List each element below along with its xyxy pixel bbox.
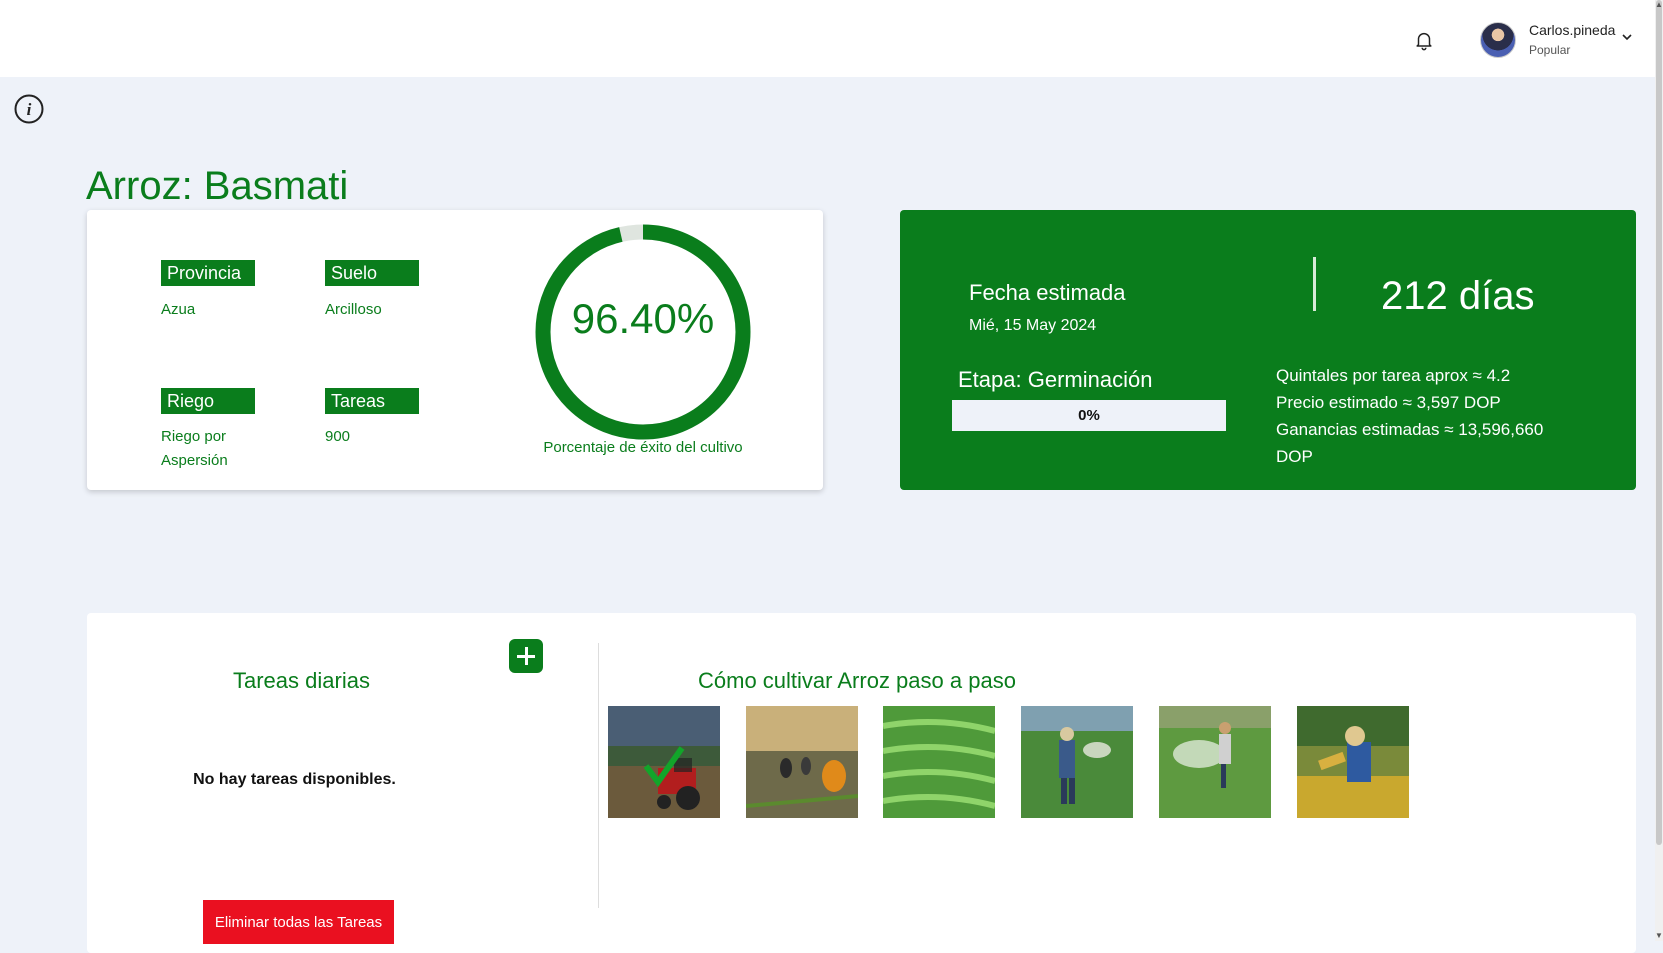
section-divider [598,643,599,908]
estimated-date-value: Mié, 15 May 2024 [969,317,1097,334]
scroll-down-arrow-icon[interactable]: ▼ [1655,931,1663,941]
price-text: Precio estimado ≈ 3,597 DOP [1276,393,1501,412]
info-icon[interactable]: i [14,94,44,124]
irrigation-value: Riego por Aspersión [161,428,228,469]
svg-text:i: i [27,100,32,119]
irrigation-label: Riego [161,388,255,414]
scrollbar-thumb[interactable] [1656,0,1662,845]
soil-label: Suelo [325,260,419,286]
top-bar: Carlos.pineda Popular [0,0,1655,77]
days-remaining: 212 días [1381,274,1535,318]
estimate-stats: Quintales por tarea aprox ≈ 4.2 Precio e… [1276,362,1546,470]
success-caption: Porcentaje de éxito del cultivo [543,439,743,456]
province-label: Provincia [161,260,255,286]
scroll-up-arrow-icon[interactable]: ▲ [1655,0,1663,10]
harvesting-farmer-image[interactable] [1297,706,1409,818]
profit-text: Ganancias estimadas ≈ 13,596,660 DOP [1276,420,1544,466]
province-value: Azua [161,301,196,318]
page-title: Arroz: Basmati [86,164,349,208]
stage-progress-text: 0% [1078,407,1100,424]
planting-workers-image[interactable] [746,706,858,818]
stage-progress-bar: 0% [952,400,1226,431]
no-tasks-message: No hay tareas disponibles. [193,771,396,788]
spraying-farmer-image[interactable] [1159,706,1271,818]
user-name[interactable]: Carlos.pineda [1529,22,1615,38]
divider [1313,257,1316,311]
notification-bell-icon[interactable] [1413,28,1435,52]
rice-paddy-image[interactable] [883,706,995,818]
estimate-card: Fecha estimada Mié, 15 May 2024 212 días… [900,210,1636,490]
user-role: Popular [1529,43,1571,57]
stage-label: Etapa: Germinación [958,367,1153,392]
soil-value: Arcilloso [325,301,382,318]
success-percent: 96.40% [571,295,715,342]
tasks-card: Tareas diarias No hay tareas disponibles… [87,613,1636,953]
quintales-text: Quintales por tarea aprox ≈ 4.2 [1276,366,1511,385]
avatar[interactable] [1480,22,1516,58]
chevron-down-icon[interactable] [1620,30,1634,44]
tractor-field-image[interactable] [608,706,720,818]
howto-title: Cómo cultivar Arroz paso a paso [698,668,1016,693]
daily-tasks-title: Tareas diarias [233,668,370,693]
crop-details-card: Provincia Azua Suelo Arcilloso Riego Rie… [87,210,823,490]
fertilizing-farmer-image[interactable] [1021,706,1133,818]
tasks-count-label: Tareas [325,388,419,414]
tasks-count-value: 900 [325,428,351,445]
estimated-date-label: Fecha estimada [969,280,1126,305]
add-task-button[interactable] [509,639,543,673]
delete-all-tasks-button[interactable]: Eliminar todas las Tareas [203,900,394,944]
